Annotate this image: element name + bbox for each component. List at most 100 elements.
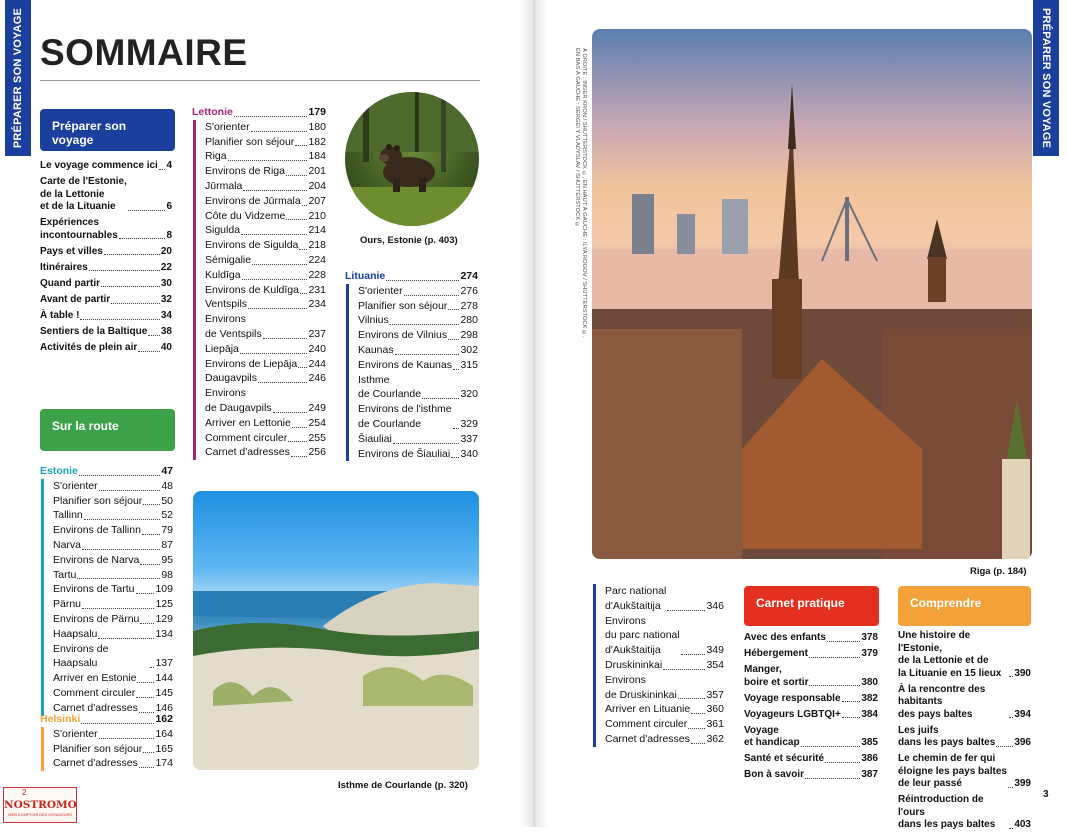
logo-tagline: WEB COMPTOIR DES VOYAGEURS bbox=[8, 813, 72, 817]
section-box-route[interactable]: Sur la route bbox=[40, 409, 175, 451]
toc-group-heading[interactable]: Lettonie 179 bbox=[192, 105, 326, 120]
toc-entry[interactable]: Voyage responsable 382 bbox=[744, 693, 878, 706]
toc-entry[interactable]: Voyageurs LGBTQI+ 384 bbox=[744, 709, 878, 722]
toc-entry[interactable]: Riga 184 bbox=[205, 149, 326, 164]
toc-entry[interactable]: Carnet d'adresses 174 bbox=[53, 756, 173, 771]
toc-entry[interactable]: Comment circuler 145 bbox=[53, 686, 173, 701]
toc-entry[interactable]: Planifier son séjour 165 bbox=[53, 742, 173, 757]
toc-entry[interactable]: Liepāja 240 bbox=[205, 342, 326, 357]
toc-entry[interactable]: Sigulda 214 bbox=[205, 223, 326, 238]
toc-entry[interactable]: Comment circuler 361 bbox=[605, 717, 724, 732]
toc-entry[interactable]: Carnet d'adresses 362 bbox=[605, 732, 724, 747]
riga-illustration bbox=[592, 84, 1032, 559]
toc-entry[interactable]: Comment circuler 255 bbox=[205, 431, 326, 446]
toc-entry[interactable]: Planifier son séjour 50 bbox=[53, 494, 173, 509]
toc-entry[interactable]: Environs de Pärnu 129 bbox=[53, 612, 173, 627]
toc-entry[interactable]: Environs de Narva 95 bbox=[53, 553, 173, 568]
toc-entry[interactable]: Quand partir 30 bbox=[40, 278, 172, 291]
toc-entry[interactable]: Druskininkai 354 bbox=[605, 658, 724, 673]
section-box-carnet[interactable]: Carnet pratique bbox=[744, 586, 879, 626]
toc-group-heading[interactable]: Estonie 47 bbox=[40, 464, 173, 479]
toc-entry-page: 396 bbox=[1014, 737, 1031, 748]
toc-entry-page: 302 bbox=[460, 343, 478, 356]
section-box-comprendre[interactable]: Comprendre bbox=[898, 586, 1031, 626]
toc-entry[interactable]: Environs de Kaunas 315 bbox=[358, 358, 478, 373]
toc-entry[interactable]: Environs de Liepāja 244 bbox=[205, 357, 326, 372]
toc-entry[interactable]: Une histoire de l'Estonie, de la Lettoni… bbox=[898, 630, 1031, 680]
toc-entry[interactable]: Arriver en Lituanie 360 bbox=[605, 702, 724, 717]
toc-entry[interactable]: S'orienter 276 bbox=[358, 284, 478, 299]
toc-entry[interactable]: Sentiers de la Baltique 38 bbox=[40, 326, 172, 339]
toc-entry[interactable]: Environs de Riga 201 bbox=[205, 164, 326, 179]
toc-entry[interactable]: Jūrmala 204 bbox=[205, 179, 326, 194]
toc-entry[interactable]: Isthme de Courlande 320 bbox=[358, 373, 478, 403]
toc-entry[interactable]: Environs de Sigulda 218 bbox=[205, 238, 326, 253]
toc-entry[interactable]: Environs de Kuldīga 231 bbox=[205, 283, 326, 298]
toc-entry[interactable]: Planifier son séjour 182 bbox=[205, 135, 326, 150]
toc-entry-page: 379 bbox=[861, 648, 878, 659]
toc-entry[interactable]: Environs de Ventspils 237 bbox=[205, 312, 326, 342]
toc-entry[interactable]: S'orienter 48 bbox=[53, 479, 173, 494]
toc-entry[interactable]: Environs de Haapsalu 137 bbox=[53, 642, 173, 672]
toc-entry[interactable]: Réintroduction de l'ours dans les pays b… bbox=[898, 794, 1031, 832]
toc-entry-label: Comment circuler bbox=[205, 431, 288, 444]
toc-leader-dots bbox=[111, 302, 160, 304]
toc-entry[interactable]: Activités de plein air 40 bbox=[40, 342, 172, 355]
toc-entry[interactable]: Kuldīga 228 bbox=[205, 268, 326, 283]
toc-entry[interactable]: Expériences incontournables 8 bbox=[40, 217, 172, 242]
toc-entry[interactable]: Itinéraires 22 bbox=[40, 262, 172, 275]
toc-entry[interactable]: Hébergement 379 bbox=[744, 648, 878, 661]
toc-entry[interactable]: À la rencontre des habitants des pays ba… bbox=[898, 684, 1031, 722]
toc-entry[interactable]: Pärnu 125 bbox=[53, 597, 173, 612]
toc-entry[interactable]: Les juifs dans les pays baltes 396 bbox=[898, 725, 1031, 750]
toc-entry-page: 360 bbox=[706, 703, 724, 716]
toc-entry[interactable]: Le voyage commence ici 4 bbox=[40, 160, 172, 173]
toc-entry[interactable]: Environs de Tartu 109 bbox=[53, 582, 173, 597]
toc-group-heading[interactable]: Lituanie 274 bbox=[345, 269, 478, 284]
toc-entry[interactable]: Planifier son séjour 278 bbox=[358, 299, 478, 314]
toc-entry[interactable]: Tartu 98 bbox=[53, 568, 173, 583]
toc-entry[interactable]: Environs de Druskininkai 357 bbox=[605, 673, 724, 703]
toc-leader-dots bbox=[239, 352, 308, 354]
toc-entry[interactable]: Tallinn 52 bbox=[53, 508, 173, 523]
toc-entry[interactable]: Manger, boire et sortir 380 bbox=[744, 664, 878, 689]
toc-entry-label: Avec des enfants bbox=[744, 632, 826, 643]
toc-entry[interactable]: À table ! 34 bbox=[40, 310, 172, 323]
toc-entry-page: 387 bbox=[861, 769, 878, 780]
toc-entry[interactable]: Ventspils 234 bbox=[205, 297, 326, 312]
toc-entry[interactable]: Daugavpils 246 bbox=[205, 371, 326, 386]
toc-entry[interactable]: Santé et sécurité 386 bbox=[744, 753, 878, 766]
toc-entry[interactable]: Arriver en Lettonie 254 bbox=[205, 416, 326, 431]
toc-entry[interactable]: Environs de Jūrmala 207 bbox=[205, 194, 326, 209]
toc-entry[interactable]: Haapsalu 134 bbox=[53, 627, 173, 642]
toc-entry[interactable]: Carte de l'Estonie, de la Lettonie et de… bbox=[40, 176, 172, 214]
toc-entry[interactable]: Côte du Vidzeme 210 bbox=[205, 209, 326, 224]
toc-entry[interactable]: Šiauliai 337 bbox=[358, 432, 478, 447]
toc-entry[interactable]: Voyage et handicap 385 bbox=[744, 725, 878, 750]
toc-entry[interactable]: Avant de partir 32 bbox=[40, 294, 172, 307]
toc-entry[interactable]: Narva 87 bbox=[53, 538, 173, 553]
toc-entry[interactable]: Environs de Vilnius 298 bbox=[358, 328, 478, 343]
toc-entry[interactable]: Parc national d'Aukštaitija 346 bbox=[605, 584, 724, 614]
toc-entry[interactable]: Bon à savoir 387 bbox=[744, 769, 878, 782]
toc-leader-dots bbox=[98, 637, 155, 639]
toc-entry[interactable]: Carnet d'adresses 256 bbox=[205, 445, 326, 460]
toc-entry[interactable]: Sémigalie 224 bbox=[205, 253, 326, 268]
toc-entry[interactable]: Le chemin de fer qui éloigne les pays ba… bbox=[898, 753, 1031, 791]
toc-entry[interactable]: S'orienter 180 bbox=[205, 120, 326, 135]
toc-entry[interactable]: Environs de Šiauliai 340 bbox=[358, 447, 478, 462]
toc-entry[interactable]: Vilnius 280 bbox=[358, 313, 478, 328]
toc-entry[interactable]: Kaunas 302 bbox=[358, 343, 478, 358]
toc-entry[interactable]: Environs du parc national d'Aukštaitija 3… bbox=[605, 614, 724, 658]
toc-entry[interactable]: Environs de Tallinn 79 bbox=[53, 523, 173, 538]
toc-leader-dots bbox=[241, 278, 308, 280]
toc-entry[interactable]: S'orienter 164 bbox=[53, 727, 173, 742]
toc-entry[interactable]: Pays et villes 20 bbox=[40, 246, 172, 259]
toc-entry[interactable]: Avec des enfants 378 bbox=[744, 632, 878, 645]
toc-entry[interactable]: Arriver en Estonie 144 bbox=[53, 671, 173, 686]
toc-group-heading[interactable]: Helsinki 162 bbox=[40, 712, 173, 727]
toc-entry-label: Environs de Šiauliai bbox=[358, 447, 451, 460]
section-box-prepare[interactable]: Préparer son voyage bbox=[40, 109, 175, 151]
toc-entry[interactable]: Environs de l'isthme de Courlande 329 bbox=[358, 402, 478, 432]
toc-entry[interactable]: Environs de Daugavpils 249 bbox=[205, 386, 326, 416]
